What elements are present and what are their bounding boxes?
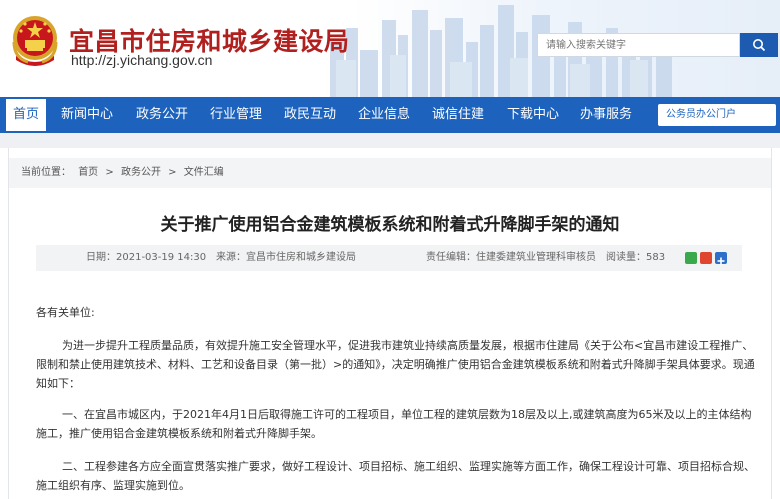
- nav-item-download[interactable]: 下载中心: [507, 97, 559, 133]
- breadcrumb-item-home[interactable]: 首页: [78, 167, 98, 178]
- breadcrumb-separator: >: [105, 167, 114, 178]
- breadcrumb-separator: >: [168, 167, 177, 178]
- article-editor: 责任编辑：住建委建筑业管理科审核员: [426, 252, 596, 263]
- nav-item-services[interactable]: 办事服务: [580, 97, 632, 133]
- nav-item-industry[interactable]: 行业管理: [210, 97, 262, 133]
- breadcrumb-item-gov-affairs[interactable]: 政务公开: [121, 167, 161, 178]
- breadcrumb-prefix: 当前位置：: [21, 167, 71, 178]
- nav-item-enterprise[interactable]: 企业信息: [358, 97, 410, 133]
- site-url[interactable]: http://zj.yichang.gov.cn: [71, 52, 212, 68]
- article-meta-bar: 日期：2021-03-19 14:30 来源：宜昌市住房和城乡建设局 责任编辑：…: [36, 245, 742, 271]
- breadcrumb: 当前位置： 首页 > 政务公开 > 文件汇编: [9, 158, 771, 188]
- site-header: 宜昌市住房和城乡建设局 http://zj.yichang.gov.cn: [0, 0, 780, 97]
- page-background-band: [0, 133, 780, 148]
- plus-share-icon[interactable]: [715, 252, 727, 265]
- search-icon: [753, 39, 766, 52]
- nav-item-news[interactable]: 新闻中心: [61, 97, 113, 133]
- wechat-share-icon[interactable]: [685, 252, 697, 264]
- search-input[interactable]: [537, 33, 740, 57]
- article-container: 当前位置： 首页 > 政务公开 > 文件汇编 关于推广使用铝合金建筑模板系统和附…: [8, 148, 772, 499]
- weibo-share-icon[interactable]: [700, 252, 712, 264]
- article-paragraph: 二、工程参建各方应全面宣贯落实推广要求，做好工程设计、项目招标、施工组织、监理实…: [36, 460, 755, 492]
- article-source: 来源：宜昌市住房和城乡建设局: [216, 252, 356, 263]
- nav-item-credit[interactable]: 诚信住建: [432, 97, 484, 133]
- nav-item-interaction[interactable]: 政民互动: [284, 97, 336, 133]
- article-paragraph: 为进一步提升工程质量品质，有效提升施工安全管理水平，促进我市建筑业持续高质量发展…: [36, 339, 755, 390]
- article-date: 日期：2021-03-19 14:30: [86, 252, 207, 263]
- nav-item-home[interactable]: 首页: [4, 97, 49, 133]
- article-paragraph: 一、在宜昌市城区内，于2021年4月1日后取得施工许可的工程项目，单位工程的建筑…: [36, 408, 752, 440]
- breadcrumb-item-documents[interactable]: 文件汇编: [184, 167, 224, 178]
- search-button[interactable]: [740, 33, 778, 57]
- article-greeting: 各有关单位:: [36, 306, 95, 319]
- nav-item-gov-affairs[interactable]: 政务公开: [136, 97, 188, 133]
- article-views: 阅读量：583: [606, 252, 666, 263]
- national-emblem-icon: [12, 16, 58, 66]
- article-title: 关于推广使用铝合金建筑模板系统和附着式升降脚手架的通知: [160, 215, 620, 235]
- civil-servant-portal-button[interactable]: 公务员办公门户: [658, 104, 776, 126]
